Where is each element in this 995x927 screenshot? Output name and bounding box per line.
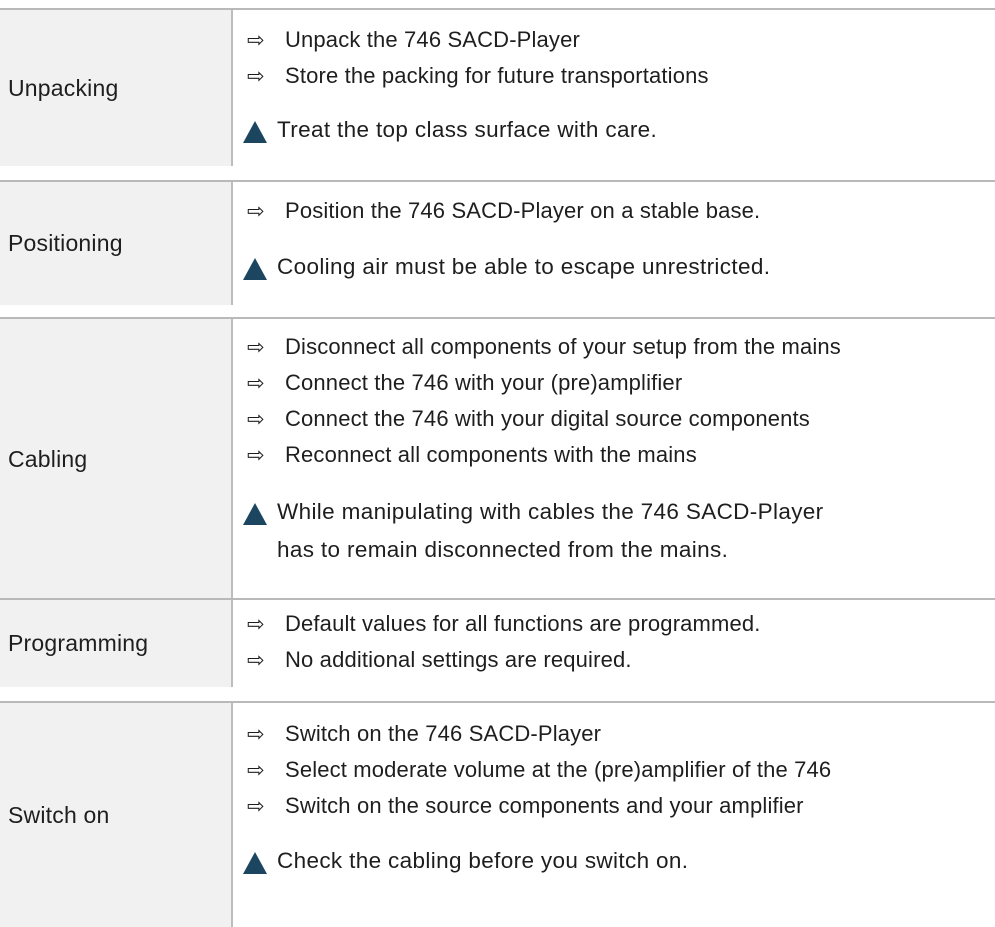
- arrow-right-icon: ⇨: [247, 722, 265, 746]
- list-item: ⇨ Position the 746 SACD-Player on a stab…: [233, 195, 760, 227]
- item-text: No additional settings are required.: [285, 647, 632, 672]
- arrow-right-icon: ⇨: [247, 407, 265, 431]
- arrow-right-icon: ⇨: [247, 335, 265, 359]
- section-cabling: Cabling ⇨ Disconnect all components of y…: [0, 317, 995, 599]
- warning-text: has to remain disconnected from the main…: [277, 537, 729, 562]
- label-cell: Programming: [0, 600, 233, 687]
- list-item: ⇨ Connect the 746 with your digital sour…: [233, 403, 810, 435]
- item-text: Store the packing for future transportat…: [285, 63, 709, 88]
- list-item: ⇨ Store the packing for future transport…: [233, 60, 709, 92]
- warning-text: Treat the top class surface with care.: [277, 117, 658, 142]
- section-unpacking: Unpacking ⇨ Unpack the 746 SACD-Player ⇨…: [0, 8, 995, 166]
- arrow-right-icon: ⇨: [247, 612, 265, 636]
- warning-triangle-icon: [243, 852, 267, 874]
- item-text: Connect the 746 with your digital source…: [285, 406, 810, 431]
- warning-text: Check the cabling before you switch on.: [277, 848, 689, 873]
- section-switch-on: Switch on ⇨ Switch on the 746 SACD-Playe…: [0, 701, 995, 927]
- item-text: Switch on the source components and your…: [285, 793, 804, 818]
- arrow-right-icon: ⇨: [247, 371, 265, 395]
- arrow-right-icon: ⇨: [247, 758, 265, 782]
- arrow-right-icon: ⇨: [247, 199, 265, 223]
- item-text: Position the 746 SACD-Player on a stable…: [285, 198, 761, 223]
- warning-triangle-icon: [243, 503, 267, 525]
- arrow-right-icon: ⇨: [247, 64, 265, 88]
- item-text: Reconnect all components with the mains: [285, 442, 697, 467]
- item-text: Connect the 746 with your (pre)amplifier: [285, 370, 683, 395]
- list-item: ⇨ Connect the 746 with your (pre)amplifi…: [233, 367, 682, 399]
- list-item: ⇨ Reconnect all components with the main…: [233, 439, 697, 471]
- item-text: Default values for all functions are pro…: [285, 611, 761, 636]
- content-cell: ⇨ Default values for all functions are p…: [233, 600, 995, 687]
- section-label: Switch on: [8, 801, 110, 828]
- section-label: Cabling: [8, 445, 88, 472]
- warning-triangle-icon: [243, 258, 267, 280]
- arrow-right-icon: ⇨: [247, 443, 265, 467]
- section-positioning: Positioning ⇨ Position the 746 SACD-Play…: [0, 180, 995, 305]
- item-text: Select moderate volume at the (pre)ampli…: [285, 757, 832, 782]
- warning-triangle-icon: [243, 121, 267, 143]
- warning-text: While manipulating with cables the 746 S…: [277, 499, 824, 524]
- arrow-right-icon: ⇨: [247, 648, 265, 672]
- list-item: ⇨ Default values for all functions are p…: [233, 608, 761, 640]
- label-cell: Unpacking: [0, 10, 233, 166]
- item-text: Disconnect all components of your setup …: [285, 334, 841, 359]
- section-label: Programming: [8, 630, 149, 656]
- list-item: ⇨ Unpack the 746 SACD-Player: [233, 24, 580, 56]
- content-cell: ⇨ Position the 746 SACD-Player on a stab…: [233, 182, 995, 305]
- section-label: Positioning: [8, 230, 123, 256]
- list-item: ⇨ Select moderate volume at the (pre)amp…: [233, 754, 831, 786]
- list-item: ⇨ Disconnect all components of your setu…: [233, 331, 841, 363]
- label-cell: Switch on: [0, 703, 233, 927]
- content-cell: ⇨ Disconnect all components of your setu…: [233, 319, 995, 599]
- warning-text: Cooling air must be able to escape unres…: [277, 254, 771, 279]
- content-cell: ⇨ Switch on the 746 SACD-Player ⇨ Select…: [233, 703, 995, 927]
- arrow-right-icon: ⇨: [247, 28, 265, 52]
- list-item: ⇨ Switch on the source components and yo…: [233, 790, 804, 822]
- label-cell: Positioning: [0, 182, 233, 305]
- arrow-right-icon: ⇨: [247, 794, 265, 818]
- content-cell: ⇨ Unpack the 746 SACD-Player ⇨ Store the…: [233, 10, 995, 166]
- list-item: ⇨ Switch on the 746 SACD-Player: [233, 718, 601, 750]
- section-label: Unpacking: [8, 74, 119, 101]
- item-text: Unpack the 746 SACD-Player: [285, 27, 580, 52]
- section-programming: Programming ⇨ Default values for all fun…: [0, 598, 995, 687]
- list-item: ⇨ No additional settings are required.: [233, 644, 632, 676]
- item-text: Switch on the 746 SACD-Player: [285, 721, 602, 746]
- label-cell: Cabling: [0, 319, 233, 599]
